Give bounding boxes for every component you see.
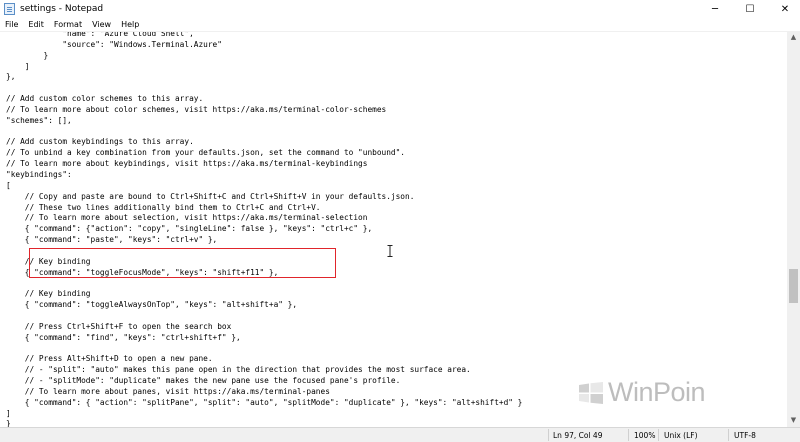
status-separator xyxy=(548,429,549,441)
code-line[interactable]: // These two lines additionally bind the… xyxy=(6,203,522,214)
menu-file[interactable]: File xyxy=(0,20,23,29)
text-cursor-icon xyxy=(387,245,393,257)
code-line[interactable]: { "command": "find", "keys": "ctrl+shift… xyxy=(6,333,522,344)
status-separator xyxy=(728,429,729,441)
code-line[interactable]: } xyxy=(6,51,522,62)
scrollbar-thumb[interactable] xyxy=(789,269,798,303)
code-line[interactable]: }, xyxy=(6,72,522,83)
code-line[interactable]: // Key binding xyxy=(6,289,522,300)
code-line[interactable]: { "command": {"action": "copy", "singleL… xyxy=(6,224,522,235)
code-line[interactable]: { "command": "toggleAlwaysOnTop", "keys"… xyxy=(6,300,522,311)
maximize-button[interactable]: ☐ xyxy=(735,0,765,18)
menu-bar: File Edit Format View Help xyxy=(0,18,800,31)
code-line[interactable] xyxy=(6,127,522,138)
menu-format[interactable]: Format xyxy=(49,20,87,29)
status-zoom: 100% xyxy=(634,431,656,440)
code-line[interactable]: // - "split": "auto" makes this pane ope… xyxy=(6,365,522,376)
scroll-down-icon[interactable]: ▼ xyxy=(787,414,800,427)
scroll-up-icon[interactable]: ▲ xyxy=(787,31,800,44)
code-line[interactable]: [ xyxy=(6,181,522,192)
code-line[interactable] xyxy=(6,311,522,322)
code-line[interactable]: ] xyxy=(6,409,522,420)
code-line[interactable]: { "command": "paste", "keys": "ctrl+v" }… xyxy=(6,235,522,246)
status-encoding: UTF-8 xyxy=(734,431,756,440)
code-line[interactable]: // Add custom color schemes to this arra… xyxy=(6,94,522,105)
code-line[interactable]: "source": "Windows.Terminal.Azure" xyxy=(6,40,522,51)
code-line[interactable] xyxy=(6,343,522,354)
code-line[interactable]: // Copy and paste are bound to Ctrl+Shif… xyxy=(6,192,522,203)
code-line[interactable]: // Press Ctrl+Shift+F to open the search… xyxy=(6,322,522,333)
code-line[interactable]: // Key binding xyxy=(6,257,522,268)
status-line-ending: Unix (LF) xyxy=(664,431,698,440)
code-line[interactable]: // Add custom keybindings to this array. xyxy=(6,137,522,148)
close-button[interactable]: ✕ xyxy=(770,0,800,18)
code-line[interactable]: { "command": { "action": "splitPane", "s… xyxy=(6,398,523,409)
menu-view[interactable]: View xyxy=(87,20,116,29)
code-line[interactable]: "schemes": [], xyxy=(6,116,522,127)
code-line[interactable] xyxy=(6,83,522,94)
code-line[interactable]: // Press Alt+Shift+D to open a new pane. xyxy=(6,354,522,365)
status-separator xyxy=(628,429,629,441)
code-line[interactable]: // To learn more about keybindings, visi… xyxy=(6,159,522,170)
code-line[interactable]: // - "splitMode": "duplicate" makes the … xyxy=(6,376,522,387)
status-position: Ln 97, Col 49 xyxy=(553,431,603,440)
menu-edit[interactable]: Edit xyxy=(23,20,49,29)
title-bar: settings - Notepad ─ ☐ ✕ xyxy=(0,0,800,18)
notepad-icon xyxy=(4,3,15,15)
code-line[interactable] xyxy=(6,246,522,257)
minimize-button[interactable]: ─ xyxy=(700,0,730,18)
menu-help[interactable]: Help xyxy=(116,20,144,29)
window-title: settings - Notepad xyxy=(20,4,104,14)
code-line[interactable]: "name": "Azure Cloud Shell", xyxy=(6,32,522,40)
code-line[interactable]: // To learn more about color schemes, vi… xyxy=(6,105,522,116)
code-line[interactable]: "keybindings": xyxy=(6,170,522,181)
editor-text[interactable]: "name": "Azure Cloud Shell", "source": "… xyxy=(0,32,523,428)
code-line[interactable]: { "command": "toggleFocusMode", "keys": … xyxy=(6,268,522,279)
code-line[interactable]: // To learn more about selection, visit … xyxy=(6,213,522,224)
text-editor[interactable]: "name": "Azure Cloud Shell", "source": "… xyxy=(0,31,787,428)
status-bar: Ln 97, Col 49 100% Unix (LF) UTF-8 xyxy=(0,427,800,442)
status-separator xyxy=(658,429,659,441)
code-line[interactable]: // To unbind a key combination from your… xyxy=(6,148,522,159)
code-line[interactable]: ] xyxy=(6,62,522,73)
code-line[interactable]: // To learn more about panes, visit http… xyxy=(6,387,522,398)
vertical-scrollbar[interactable]: ▲ ▼ xyxy=(787,31,800,427)
code-line[interactable] xyxy=(6,278,522,289)
